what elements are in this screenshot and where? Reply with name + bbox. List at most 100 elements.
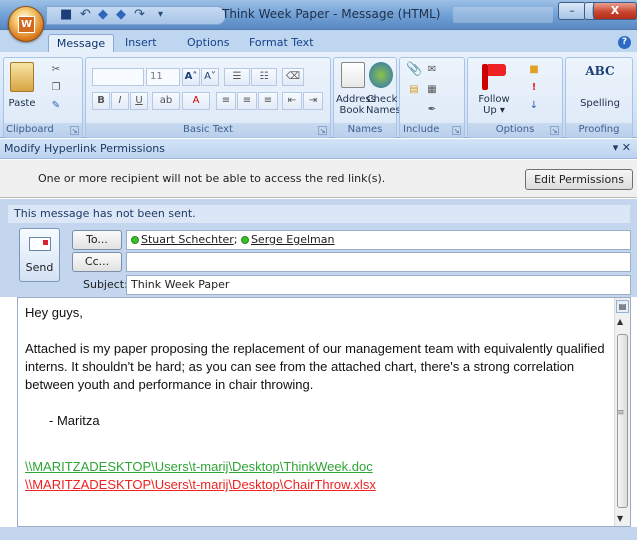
highlight-icon[interactable]: ab (152, 92, 180, 110)
window-title: Think Week Paper - Message (HTML) (222, 7, 441, 21)
group-clipboard: Paste ✂ ❐ ✎ Clipboard ↘ (3, 57, 83, 138)
link-chairthrow-xlsx[interactable]: \\MARITZADESKTOP\Users\t-marij\Desktop\C… (25, 477, 376, 492)
edit-permissions-button[interactable]: Edit Permissions (525, 169, 633, 190)
signature-icon[interactable]: ✒ (424, 102, 440, 118)
grow-font-icon[interactable]: A˄ (182, 68, 200, 86)
follow-up-flag-banner-icon (488, 64, 506, 76)
scroll-grip-icon: ≡ (617, 408, 625, 418)
font-name-combo[interactable] (92, 68, 144, 86)
previous-item-icon[interactable]: ◆ (98, 6, 108, 24)
message-bar-text: One or more recipient will not be able t… (38, 172, 386, 185)
check-names-icon (369, 62, 393, 88)
options-launcher-icon[interactable]: ↘ (550, 126, 559, 135)
body-paragraph: Attached is my paper proposing the repla… (25, 341, 605, 392)
redo-icon[interactable]: ↷ (134, 6, 145, 24)
group-label-options: Options (468, 123, 562, 137)
bullets-icon[interactable]: ☰ (224, 68, 250, 86)
signature-text: - Maritza (49, 413, 100, 428)
cc-field[interactable] (126, 252, 631, 272)
numbering-icon[interactable]: ☷ (251, 68, 277, 86)
copy-icon[interactable]: ❐ (48, 80, 64, 96)
group-basic-text: 11 A˄ A˅ ☰ ☷ ⌫ B I U ab A ≡ ≡ ≡ ⇤ ⇥ Basi… (85, 57, 331, 138)
group-options: Follow Up ▾ ■ ! ↓ Options ↘ (467, 57, 563, 138)
tab-options[interactable]: Options (187, 34, 229, 52)
tab-message[interactable]: Message (48, 34, 114, 52)
high-importance-icon[interactable]: ! (526, 80, 542, 96)
send-button[interactable]: Send (19, 228, 60, 282)
tab-insert[interactable]: Insert (125, 34, 157, 52)
format-painter-icon[interactable]: ✎ (48, 98, 64, 114)
vertical-scrollbar[interactable]: ▤ ▲ ≡ ▼ (614, 298, 630, 526)
presence-icon (131, 236, 139, 244)
clipboard-launcher-icon[interactable]: ↘ (70, 126, 79, 135)
message-bar-title: Modify Hyperlink Permissions (4, 142, 166, 155)
ruler-toggle-icon[interactable]: ▤ (616, 300, 629, 313)
message-bar-header: Modify Hyperlink Permissions ▾ ✕ (0, 139, 637, 159)
cut-icon[interactable]: ✂ (48, 62, 64, 78)
increase-indent-icon[interactable]: ⇥ (303, 92, 323, 110)
close-button[interactable]: X (593, 2, 637, 20)
follow-up-button[interactable]: Follow Up ▾ (474, 94, 514, 116)
subject-field[interactable]: Think Week Paper (126, 275, 631, 295)
not-sent-notice: This message has not been sent. (8, 205, 630, 223)
recipient[interactable]: Stuart Schechter (141, 233, 234, 246)
attach-file-icon[interactable]: 📎 (406, 62, 422, 78)
italic-button[interactable]: I (111, 92, 129, 110)
next-item-icon[interactable]: ◆ (116, 6, 126, 24)
customize-toolbar-icon[interactable]: ▾ (158, 6, 163, 24)
help-icon[interactable]: ? (618, 36, 631, 49)
office-logo-icon: W (18, 16, 35, 33)
clear-formatting-icon[interactable]: ⌫ (282, 68, 304, 86)
business-card-icon[interactable]: ▤ (406, 82, 422, 98)
font-size-combo[interactable]: 11 (146, 68, 180, 86)
title-bar: ■ ↶ ◆ ◆ ↷ ▾ Think Week Paper - Message (… (0, 0, 637, 30)
align-left-icon[interactable]: ≡ (216, 92, 236, 110)
bold-button[interactable]: B (92, 92, 110, 110)
search-box (453, 7, 553, 23)
font-color-icon[interactable]: A (182, 92, 210, 110)
check-names-button[interactable]: Check Names (366, 94, 401, 116)
group-label-proofing: Proofing (566, 123, 632, 137)
address-book-icon (341, 62, 365, 88)
align-right-icon[interactable]: ≡ (258, 92, 278, 110)
window-bottom-border (0, 527, 637, 540)
paste-button[interactable]: Paste (7, 98, 37, 109)
group-include: 📎 ✉ ▤ ▦ ✒ Include ↘ (399, 57, 465, 138)
recipient[interactable]: Serge Egelman (251, 233, 335, 246)
office-button[interactable]: W (8, 6, 44, 42)
calendar-icon[interactable]: ▦ (424, 82, 440, 98)
cc-button[interactable]: Cc... (72, 252, 122, 272)
scroll-down-icon[interactable]: ▼ (617, 514, 623, 523)
decrease-indent-icon[interactable]: ⇤ (282, 92, 302, 110)
low-importance-icon[interactable]: ↓ (526, 98, 542, 114)
undo-icon[interactable]: ↶ (80, 6, 91, 24)
greeting-text: Hey guys, (25, 305, 83, 320)
to-button[interactable]: To... (72, 230, 122, 250)
address-book-button[interactable]: Address Book (336, 94, 376, 116)
message-bar-close-icon[interactable]: ▾ ✕ (613, 141, 631, 154)
scroll-up-icon[interactable]: ▲ (617, 317, 623, 326)
message-body[interactable]: Hey guys, Attached is my paper proposing… (17, 297, 631, 527)
spelling-button[interactable]: Spelling (570, 98, 630, 109)
tab-format-text[interactable]: Format Text (249, 34, 314, 52)
recipient-separator: ; (233, 233, 238, 246)
link-thinkweek-doc[interactable]: \\MARITZADESKTOP\Users\t-marij\Desktop\T… (25, 459, 373, 474)
underline-button[interactable]: U (130, 92, 148, 110)
scroll-thumb[interactable] (617, 334, 628, 508)
paste-icon (10, 62, 34, 92)
attach-item-icon[interactable]: ✉ (424, 62, 440, 78)
spelling-icon: ABC (585, 64, 615, 78)
basic-text-launcher-icon[interactable]: ↘ (318, 126, 327, 135)
include-launcher-icon[interactable]: ↘ (452, 126, 461, 135)
align-center-icon[interactable]: ≡ (237, 92, 257, 110)
save-icon[interactable]: ■ (60, 6, 72, 24)
send-label: Send (25, 261, 54, 274)
to-field[interactable]: Stuart Schechter; Serge Egelman (126, 230, 631, 250)
presence-icon (240, 236, 249, 244)
message-header: This message has not been sent. Send To.… (0, 199, 637, 297)
group-proofing: ABC Spelling Proofing (565, 57, 633, 138)
minimize-button[interactable]: – (558, 2, 586, 20)
categorize-icon[interactable]: ■ (526, 62, 542, 78)
shrink-font-icon[interactable]: A˅ (201, 68, 219, 86)
send-icon (29, 237, 51, 251)
